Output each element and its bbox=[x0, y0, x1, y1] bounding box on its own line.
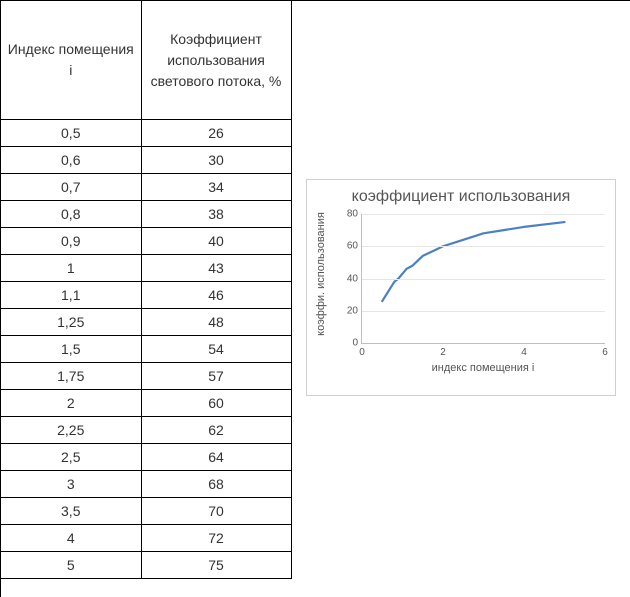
y-axis-label-holder: коэффи. использования bbox=[307, 206, 337, 376]
cell-index: 1,1 bbox=[1, 282, 141, 309]
chart-gridline-h bbox=[362, 311, 605, 312]
cell-index: 3,5 bbox=[1, 498, 141, 525]
table-row: 2,2562 bbox=[1, 417, 291, 444]
data-table: Индекс помещения i Коэффициент использов… bbox=[1, 1, 292, 579]
cell-index: 0,6 bbox=[1, 147, 141, 174]
cell-coeff: 34 bbox=[141, 174, 291, 201]
cell-coeff: 30 bbox=[141, 147, 291, 174]
chart-xtick: 0 bbox=[359, 343, 365, 358]
cell-coeff: 48 bbox=[141, 309, 291, 336]
cell-index: 3 bbox=[1, 471, 141, 498]
cell-index: 2 bbox=[1, 390, 141, 417]
cell-index: 1,75 bbox=[1, 363, 141, 390]
chart-ytick: 60 bbox=[347, 241, 362, 252]
cell-index: 0,7 bbox=[1, 174, 141, 201]
chart-xtick: 2 bbox=[440, 343, 446, 358]
cell-index: 1,5 bbox=[1, 336, 141, 363]
chart-inner: коэффи. использования 0204060800246 инде… bbox=[307, 206, 615, 376]
table-row: 368 bbox=[1, 471, 291, 498]
cell-index: 1,25 bbox=[1, 309, 141, 336]
chart-xtick: 4 bbox=[521, 343, 527, 358]
cell-coeff: 64 bbox=[141, 444, 291, 471]
table-header-row: Индекс помещения i Коэффициент использов… bbox=[1, 1, 291, 120]
cell-index: 4 bbox=[1, 525, 141, 552]
cell-index: 5 bbox=[1, 552, 141, 579]
table-row: 2,564 bbox=[1, 444, 291, 471]
chart-title: коэффициент использования bbox=[307, 188, 615, 206]
table-row: 0,838 bbox=[1, 201, 291, 228]
cell-coeff: 60 bbox=[141, 390, 291, 417]
chart-ytick: 80 bbox=[347, 209, 362, 220]
cell-coeff: 57 bbox=[141, 363, 291, 390]
cell-coeff: 43 bbox=[141, 255, 291, 282]
table-row: 1,146 bbox=[1, 282, 291, 309]
table-row: 1,2548 bbox=[1, 309, 291, 336]
cell-coeff: 54 bbox=[141, 336, 291, 363]
cell-coeff: 38 bbox=[141, 201, 291, 228]
cell-index: 0,9 bbox=[1, 228, 141, 255]
cell-index: 2,5 bbox=[1, 444, 141, 471]
cell-index: 0,8 bbox=[1, 201, 141, 228]
table-row: 0,526 bbox=[1, 120, 291, 147]
cell-index: 2,25 bbox=[1, 417, 141, 444]
plot-area: 0204060800246 bbox=[361, 214, 605, 344]
chart-series-line bbox=[382, 222, 564, 301]
table-row: 575 bbox=[1, 552, 291, 579]
cell-coeff: 40 bbox=[141, 228, 291, 255]
cell-index: 0,5 bbox=[1, 120, 141, 147]
table-header-coeff: Коэффициент использования светового пото… bbox=[141, 1, 291, 120]
table-row: 143 bbox=[1, 255, 291, 282]
chart-container: коэффициент использования коэффи. исполь… bbox=[306, 179, 616, 396]
cell-coeff: 62 bbox=[141, 417, 291, 444]
chart-ytick: 40 bbox=[347, 273, 362, 284]
cell-coeff: 68 bbox=[141, 471, 291, 498]
chart-gridline-h bbox=[362, 279, 605, 280]
chart-ytick: 20 bbox=[347, 305, 362, 316]
table-row: 0,734 bbox=[1, 174, 291, 201]
cell-coeff: 26 bbox=[141, 120, 291, 147]
x-axis-label: индекс помещения i bbox=[351, 362, 615, 374]
table-header-index: Индекс помещения i bbox=[1, 1, 141, 120]
y-axis-label: коэффи. использования bbox=[315, 204, 327, 344]
table-row: 472 bbox=[1, 525, 291, 552]
chart-gridline-h bbox=[362, 246, 605, 247]
cell-coeff: 72 bbox=[141, 525, 291, 552]
chart-gridline-h bbox=[362, 214, 605, 215]
table-row: 1,7557 bbox=[1, 363, 291, 390]
table-row: 3,570 bbox=[1, 498, 291, 525]
cell-coeff: 75 bbox=[141, 552, 291, 579]
table-row: 0,940 bbox=[1, 228, 291, 255]
table-row: 1,554 bbox=[1, 336, 291, 363]
cell-coeff: 46 bbox=[141, 282, 291, 309]
page-container: Индекс помещения i Коэффициент использов… bbox=[0, 0, 630, 597]
cell-index: 1 bbox=[1, 255, 141, 282]
chart-xtick: 6 bbox=[602, 343, 608, 358]
table-row: 0,630 bbox=[1, 147, 291, 174]
cell-coeff: 70 bbox=[141, 498, 291, 525]
table-row: 260 bbox=[1, 390, 291, 417]
